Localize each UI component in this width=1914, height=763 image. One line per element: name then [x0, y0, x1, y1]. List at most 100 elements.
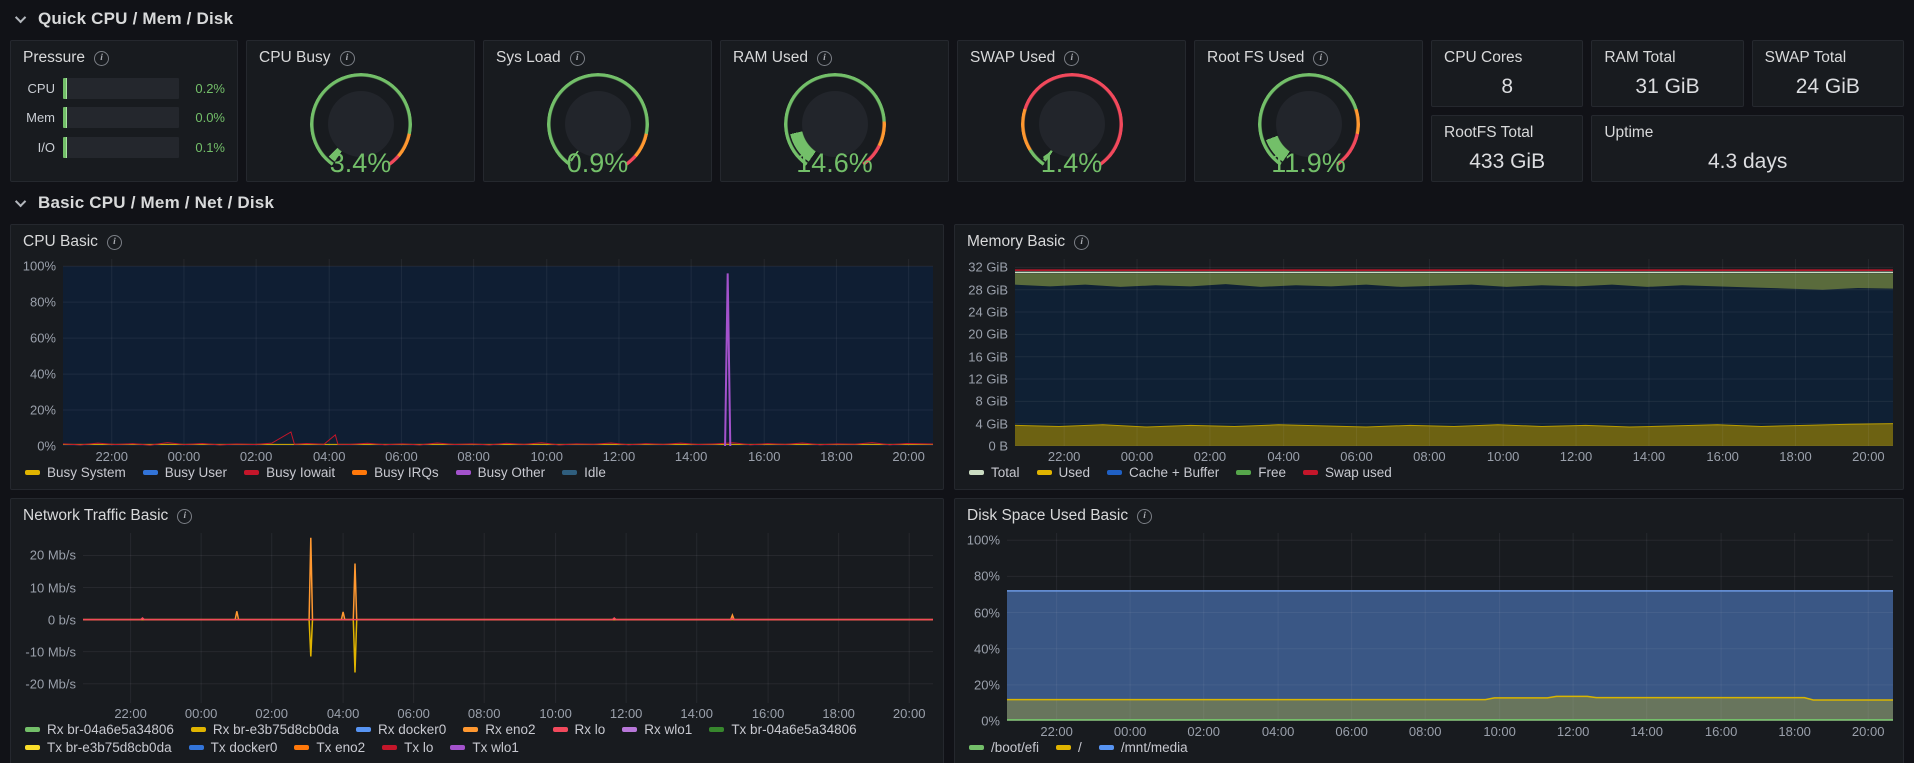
legend-item[interactable]: Rx br-e3b75d8cb0da [190, 722, 339, 737]
panel-header[interactable]: Root FS Used i [1195, 41, 1422, 69]
info-icon[interactable]: i [1313, 50, 1329, 66]
legend-item[interactable]: / [1056, 740, 1082, 755]
network-traffic-chart[interactable] [83, 533, 933, 703]
legend-swatch [25, 745, 40, 750]
legend-item[interactable]: Rx lo [552, 722, 605, 737]
legend-item[interactable]: Cache + Buffer [1107, 465, 1219, 480]
panel-title: CPU Basic [23, 233, 98, 250]
panel-header[interactable]: CPU Busy i [247, 41, 474, 69]
y-tick-label: 40% [29, 366, 56, 382]
panel-header[interactable]: RAM Total [1592, 41, 1742, 69]
panel-header[interactable]: Sys Load i [484, 41, 711, 69]
panel-header[interactable]: RAM Used i [721, 41, 948, 69]
legend-swatch [142, 470, 158, 475]
panel-header[interactable]: Pressure i [11, 41, 237, 69]
x-axis: 22:00 00:00 02:00 04:00 06:00 08:00 10:00 12:00… [1015, 446, 1893, 464]
legend-label: Total [991, 465, 1020, 480]
legend-swatch [969, 470, 984, 475]
legend-label: Idle [584, 465, 606, 480]
info-icon[interactable]: i [339, 50, 355, 66]
x-tick-label: 10:00 [530, 449, 563, 464]
info-icon[interactable]: i [106, 234, 122, 250]
x-axis: 22:00 00:00 02:00 04:00 06:00 08:00 10:00 12:00… [1007, 721, 1893, 739]
x-axis: 22:00 00:00 02:00 04:00 06:00 08:00 10:00 12:00… [83, 703, 933, 721]
legend-item[interactable]: Total [969, 465, 1020, 480]
panel-title: RootFS Total [1444, 124, 1534, 141]
cpu-basic-chart[interactable] [63, 259, 933, 446]
panel-sys-load: Sys Load i 0.9% [483, 40, 712, 182]
legend-item[interactable]: Tx docker0 [188, 740, 277, 755]
x-tick-label: 16:00 [1704, 724, 1738, 739]
info-icon[interactable]: i [816, 50, 832, 66]
panel-header[interactable]: RootFS Total [1432, 116, 1582, 144]
section-header-basic[interactable]: Basic CPU / Mem / Net / Disk [10, 190, 1904, 216]
info-icon[interactable]: i [1074, 234, 1090, 250]
panel-header[interactable]: CPU Cores [1432, 41, 1582, 69]
info-icon[interactable]: i [94, 50, 110, 66]
legend-swatch [1236, 470, 1252, 475]
legend-item[interactable]: Tx br-e3b75d8cb0da [25, 740, 172, 755]
legend-item[interactable]: /boot/efi [969, 740, 1039, 755]
legend-item[interactable]: Rx docker0 [355, 722, 446, 737]
x-axis: 22:00 00:00 02:00 04:00 06:00 08:00 10:00 12:00… [63, 446, 933, 464]
panel-header[interactable]: Uptime [1592, 116, 1903, 144]
legend-item[interactable]: Busy Other [455, 465, 545, 480]
legend-item[interactable]: Busy System [25, 465, 126, 480]
legend-swatch [188, 745, 204, 750]
cpu-basic-legend: Busy System Busy User Busy Iowait Busy IRQs… [11, 463, 943, 484]
legend-item[interactable]: Busy User [142, 465, 227, 480]
x-tick-label: 04:00 [1261, 724, 1295, 739]
legend-item[interactable]: Busy IRQs [352, 465, 439, 480]
pressure-bar [63, 77, 179, 99]
legend-item[interactable]: Tx br-04a6e5a34806 [709, 722, 857, 737]
legend-swatch [1056, 745, 1072, 750]
legend-swatch [1098, 745, 1114, 750]
section-header-quick[interactable]: Quick CPU / Mem / Disk [10, 6, 1904, 32]
panel-header[interactable]: SWAP Total [1753, 41, 1903, 69]
panel-header[interactable]: Network Traffic Basic i [11, 499, 943, 527]
root-fs-used-gauge: 11.9% [1254, 70, 1363, 178]
gauge-value: 3.4% [329, 148, 392, 178]
legend-item[interactable]: Swap used [1303, 465, 1392, 480]
info-icon[interactable]: i [569, 50, 585, 66]
panel-header[interactable]: Disk Space Used Basic i [955, 499, 1903, 527]
y-tick-label: 100% [22, 258, 56, 274]
legend-item[interactable]: Tx eno2 [294, 740, 365, 755]
legend-item[interactable]: Free [1236, 465, 1286, 480]
legend-item[interactable]: /mnt/media [1098, 740, 1188, 755]
memory-basic-chart[interactable] [1015, 259, 1893, 446]
legend-item[interactable]: Busy Iowait [244, 465, 335, 480]
memory-basic-legend: Total Used Cache + Buffer Free Swap used [955, 463, 1903, 484]
legend-swatch [450, 745, 466, 750]
gauge-value: 0.9% [566, 148, 629, 178]
panel-header[interactable]: SWAP Used i [958, 41, 1185, 69]
y-tick-label: 4 GiB [975, 416, 1008, 432]
legend-item[interactable]: Rx eno2 [463, 722, 536, 737]
legend-swatch [562, 470, 578, 475]
legend-item[interactable]: Rx wlo1 [622, 722, 692, 737]
legend-item[interactable]: Tx wlo1 [450, 740, 519, 755]
panel-title: CPU Cores [1444, 49, 1523, 66]
disk-space-chart[interactable] [1007, 533, 1893, 721]
y-tick-label: -20 Mb/s [25, 676, 76, 692]
y-tick-label: 40% [973, 641, 1000, 657]
info-icon[interactable]: i [1064, 50, 1080, 66]
panel-rootfs-total: RootFS Total 433 GiB [1431, 115, 1584, 182]
panel-memory-basic: Memory Basic i 0 B 4 GiB 8 GiB 12 GiB 16 GiB… [954, 224, 1904, 490]
legend-label: Free [1258, 465, 1286, 480]
x-tick-label: 16:00 [751, 706, 785, 721]
pressure-row-io: I/O 0.1% [23, 136, 225, 158]
panel-pressure: Pressure i CPU 0.2% Mem 0.0% I/O 0.1% [10, 40, 238, 182]
legend-label: Swap used [1325, 465, 1392, 480]
basic-row-1: CPU Basic i 0% 20% 40% 60% 80% 100% 22:00 00:0… [10, 224, 1904, 490]
info-icon[interactable]: i [177, 508, 193, 524]
info-icon[interactable]: i [1137, 508, 1153, 524]
panel-header[interactable]: CPU Basic i [11, 225, 943, 253]
legend-item[interactable]: Rx br-04a6e5a34806 [25, 722, 174, 737]
legend-item[interactable]: Tx lo [382, 740, 433, 755]
panel-header[interactable]: Memory Basic i [955, 225, 1903, 253]
legend-item[interactable]: Used [1036, 465, 1090, 480]
panel-title: Disk Space Used Basic [967, 507, 1129, 524]
chevron-down-icon [14, 11, 27, 24]
legend-item[interactable]: Idle [562, 465, 606, 480]
